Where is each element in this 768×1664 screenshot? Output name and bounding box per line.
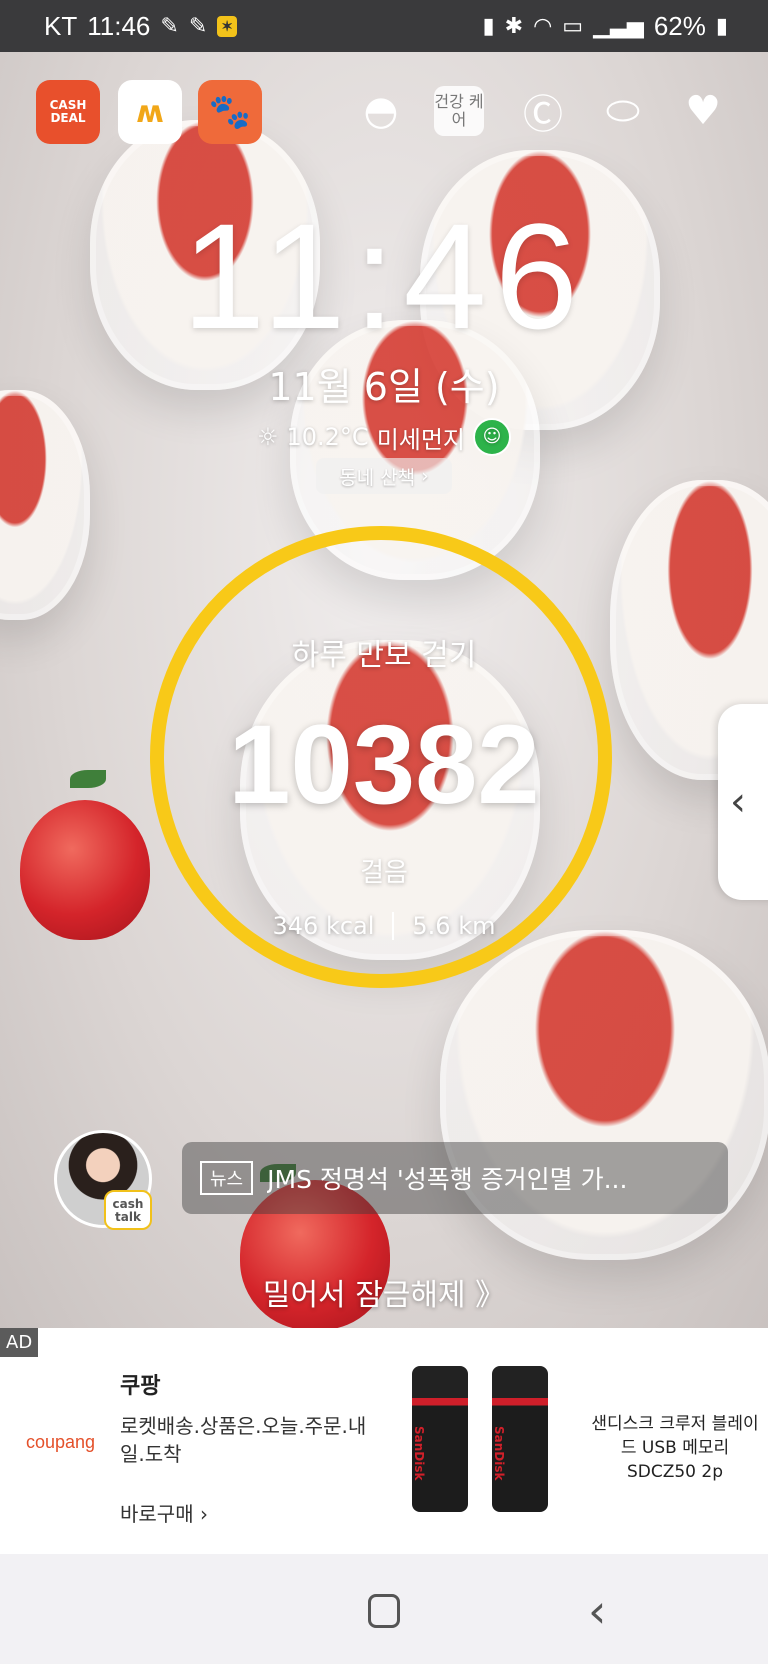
mask-icon[interactable]: ◓ [352, 82, 410, 140]
status-bar: KT 11:46 ✎ ✎ ✶ ▮ ✱ ◠ ▭ ▁▃▅ 62% ▮ [0, 0, 768, 52]
status-time: 11:46 [87, 10, 151, 41]
temperature: 10.2°C [286, 423, 369, 451]
battery-percent: 62% [653, 10, 706, 41]
ad-product-name: 샌디스크 크루저 블레이드 USB 메모리 SDCZ50 2p [591, 1414, 759, 1482]
m-app-icon[interactable]: ʍ [118, 80, 182, 144]
news-tag: 뉴스 [200, 1161, 254, 1195]
hd-icon: ▭ [562, 13, 584, 38]
weather-row: ☼ 10.2°C 미세먼지 ☺ [0, 418, 768, 456]
care-label: 건강 케어 [434, 92, 484, 129]
paw-app-icon[interactable]: 🐾 [198, 80, 262, 144]
chevron-left-icon: ‹ [730, 779, 746, 825]
news-ticker[interactable]: 뉴스 JMS 정명석 '성폭행 증거인멸 가... [182, 1142, 728, 1214]
wifi-icon: ◠ [533, 13, 553, 38]
buy-now-label: 바로구매 [120, 1502, 194, 1526]
bluetooth-icon: ✱ [504, 13, 524, 38]
coupang-logo: coupang [26, 1432, 96, 1452]
buy-now-link[interactable]: 바로구매 › [120, 1498, 208, 1527]
cashtalk-badge[interactable]: cash talk [104, 1190, 152, 1230]
side-panel-handle[interactable]: ‹ [718, 704, 768, 900]
usb-drive-image: SanDisk [412, 1366, 468, 1512]
news-headline: JMS 정명석 '성폭행 증거인멸 가... [267, 1165, 628, 1194]
step-stats: 346 kcal 5.6 km [0, 912, 768, 940]
lock-date: 11월 6일 (수) [268, 365, 500, 409]
usb-drive-image: SanDisk [492, 1366, 548, 1512]
notification-icon: ✎ [160, 13, 179, 38]
ad-badge: AD [0, 1328, 39, 1357]
health-care-icon[interactable]: 건강 케어 [434, 86, 484, 136]
walk-button[interactable]: 동네 산책 › [316, 458, 452, 494]
carrier-label: KT [44, 10, 78, 41]
kt-app-icon: ✶ [217, 15, 237, 37]
lock-clock: 11:46 [181, 192, 587, 360]
sun-icon: ☼ [256, 423, 279, 451]
chevron-right-icon: › [199, 1502, 208, 1526]
cashdeal-app-icon[interactable]: CASH DEAL [36, 80, 100, 144]
step-unit: 걸음 [360, 858, 408, 888]
dust-good-icon: ☺ [473, 418, 512, 456]
distance: 5.6 km [412, 912, 496, 940]
back-button[interactable]: ‹ [588, 1584, 606, 1638]
heart-info-icon[interactable]: ♥ [674, 82, 732, 140]
notification-icon: ✎ [188, 13, 208, 38]
ad-description: 로켓배송.상품은.오늘.주문.내일.도착 [120, 1414, 367, 1466]
walk-button-label: 동네 산책 [339, 466, 416, 489]
ad-banner[interactable]: AD coupang 쿠팡 로켓배송.상품은.오늘.주문.내일.도착 바로구매 … [0, 1328, 768, 1554]
signal-icon: ▁▃▅ [593, 13, 644, 38]
home-button[interactable] [368, 1594, 400, 1628]
battery-saver-icon: ▮ [482, 13, 495, 38]
dust-label: 미세먼지 [376, 425, 466, 454]
usb-brand: SanDisk [412, 1426, 426, 1481]
step-count: 10382 [228, 702, 540, 827]
ad-title: 쿠팡 [120, 1374, 161, 1399]
calories: 346 kcal [272, 912, 375, 940]
pill-icon[interactable]: ⬭ [594, 82, 652, 140]
usb-brand: SanDisk [492, 1426, 506, 1481]
swipe-to-unlock[interactable]: 밀어서 잠금해제 》 [0, 1270, 768, 1314]
coin-icon[interactable]: Ⓒ [514, 82, 572, 140]
chevron-right-icon: › [421, 465, 429, 487]
navigation-bar: ‹ [0, 1554, 768, 1664]
cashdeal-label: CASH DEAL [49, 98, 87, 125]
stats-divider [392, 912, 395, 940]
ring-title: 하루 만보 걷기 [291, 638, 477, 673]
battery-icon: ▮ [715, 13, 728, 38]
